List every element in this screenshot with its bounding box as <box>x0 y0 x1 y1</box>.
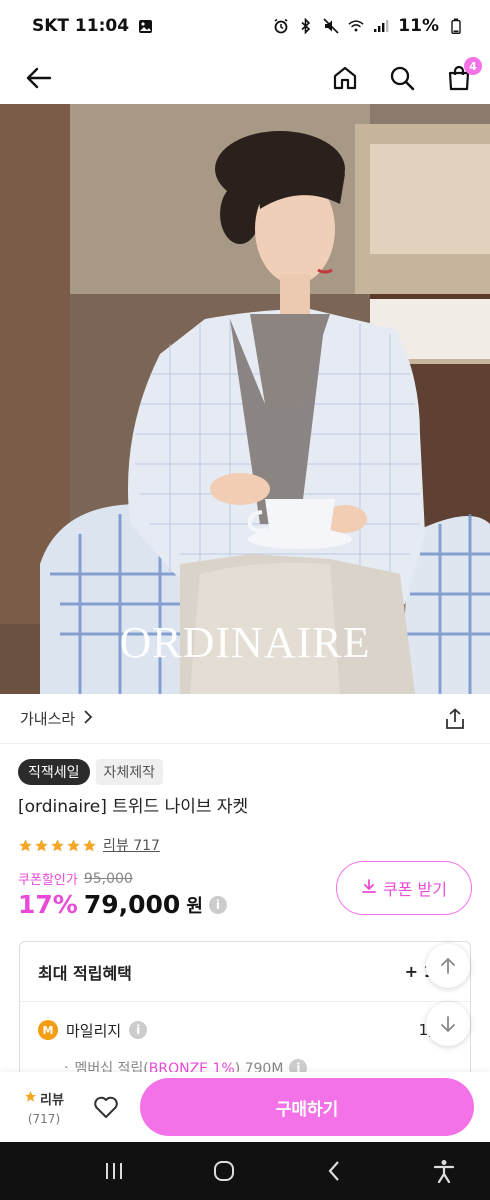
review-link[interactable]: 리뷰 717 <box>103 835 160 855</box>
product-name: [ordinaire] 트위드 나이브 자켓 <box>18 797 249 817</box>
system-nav-bar <box>0 1142 490 1200</box>
mute-icon <box>323 18 339 34</box>
battery-percent: 11% <box>398 16 439 36</box>
currency-unit: 원 <box>186 895 203 917</box>
coupon-price-label: 쿠폰할인가 <box>18 873 78 888</box>
arrow-up-icon <box>441 957 455 974</box>
coupon-button-label: 쿠폰 받기 <box>383 880 447 899</box>
wifi-icon <box>348 18 364 34</box>
product-info: 직잭세일 자체제작 [ordinaire] 트위드 나이브 자켓 리뷰 717 … <box>18 759 472 929</box>
signal-icon <box>373 18 389 34</box>
badge-direct-sale: 직잭세일 <box>18 759 90 785</box>
sale-price: 79,000 <box>83 890 181 919</box>
accessibility-icon[interactable] <box>426 1153 462 1189</box>
star-icon <box>35 838 48 851</box>
star-icon <box>67 838 80 851</box>
home-icon[interactable] <box>330 63 360 93</box>
star-icon <box>24 1090 37 1107</box>
product-photo <box>0 104 490 694</box>
price-info-icon[interactable]: i <box>208 895 227 914</box>
image-brand-text: ORDINAIRE <box>119 618 371 667</box>
coupon-download-button[interactable]: 쿠폰 받기 <box>336 861 472 915</box>
home-nav-icon[interactable] <box>206 1153 242 1189</box>
download-icon <box>361 878 377 898</box>
product-image[interactable]: ORDINAIRE <box>0 104 490 694</box>
benefit-title: 최대 적립혜택 <box>38 963 132 983</box>
search-icon[interactable] <box>387 63 417 93</box>
benefit-box: 최대 적립혜택 + 1,2 M 마일리지 i 1,29 · 멤버십 적립(BRO… <box>19 941 471 1081</box>
seller-row: 가내스라 <box>0 694 490 744</box>
review-summary-title: 리뷰 <box>24 1089 64 1108</box>
rating-stars <box>18 838 97 853</box>
original-price: 95,000 <box>83 870 133 887</box>
heart-icon <box>94 1096 118 1118</box>
buy-button[interactable]: 구매하기 <box>140 1078 474 1136</box>
seller-name: 가내스라 <box>20 710 76 728</box>
scroll-down-button[interactable] <box>426 1002 470 1046</box>
back-nav-icon[interactable] <box>316 1153 352 1189</box>
seller-link[interactable]: 가내스라 <box>20 708 93 729</box>
cart-count-badge: 4 <box>464 57 482 75</box>
header-actions: 4 <box>330 57 482 93</box>
back-arrow-icon[interactable] <box>24 63 54 93</box>
app-header: 4 <box>0 52 490 104</box>
status-bar: SKT 11:04 11% <box>0 0 490 52</box>
status-left: SKT 11:04 <box>32 16 153 36</box>
star-icon <box>83 838 96 851</box>
chevron-right-icon <box>83 709 93 728</box>
price-area: 쿠폰할인가 95,000 17% 79,000 원 i 쿠폰 받기 <box>18 861 472 929</box>
mileage-label-group: M 마일리지 i <box>38 1020 148 1041</box>
battery-icon <box>448 18 464 34</box>
mileage-label: 마일리지 <box>66 1021 122 1040</box>
mileage-info-icon[interactable]: i <box>129 1021 148 1039</box>
review-summary-count: (717) <box>27 1111 61 1126</box>
recent-apps-icon[interactable] <box>96 1153 132 1189</box>
bluetooth-icon <box>298 18 314 34</box>
review-summary[interactable]: 리뷰 (717) <box>16 1089 72 1126</box>
bottom-purchase-bar: 리뷰 (717) 구매하기 <box>0 1072 490 1142</box>
share-icon[interactable] <box>440 704 470 734</box>
status-right: 11% <box>273 16 464 36</box>
discount-rate: 17% <box>18 890 78 919</box>
wishlist-button[interactable] <box>72 1095 140 1119</box>
badge-own-production: 자체제작 <box>95 759 164 785</box>
carrier-time: SKT 11:04 <box>32 16 130 36</box>
mileage-icon: M <box>38 1020 58 1040</box>
review-summary-label: 리뷰 <box>40 1092 64 1108</box>
badge-list: 직잭세일 자체제작 <box>18 759 472 785</box>
star-icon <box>19 838 32 851</box>
rating-row[interactable]: 리뷰 717 <box>18 835 472 855</box>
alarm-icon <box>273 18 289 34</box>
gallery-icon <box>137 18 153 34</box>
scroll-up-button[interactable] <box>426 944 470 988</box>
arrow-down-icon <box>441 1016 455 1033</box>
mileage-row: M 마일리지 i 1,29 <box>20 1002 470 1058</box>
benefit-header[interactable]: 최대 적립혜택 + 1,2 <box>20 942 470 1002</box>
cart-icon[interactable]: 4 <box>444 57 482 93</box>
star-icon <box>51 838 64 851</box>
